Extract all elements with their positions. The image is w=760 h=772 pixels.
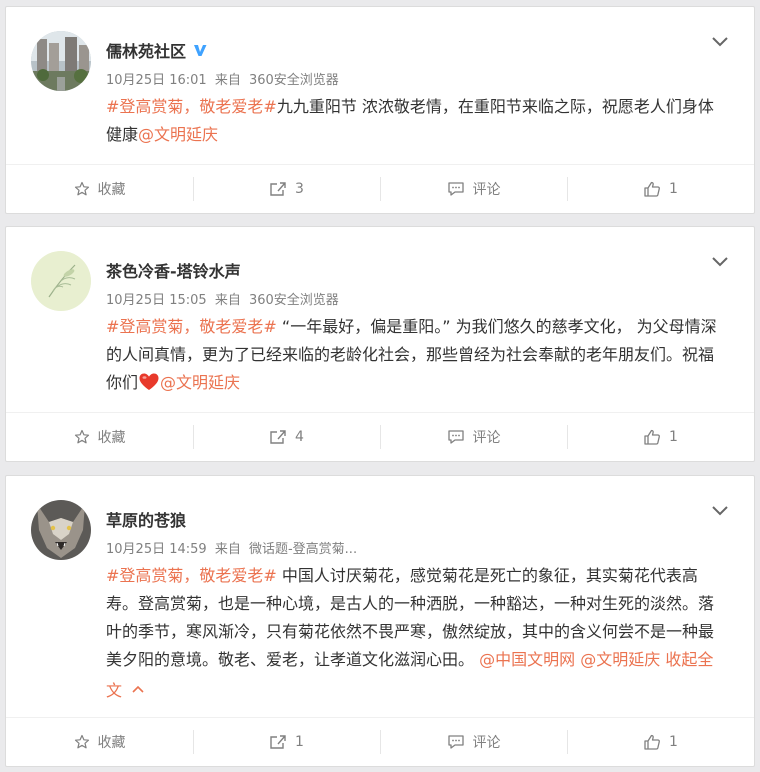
post-source[interactable]: 微话题-登高赏菊... xyxy=(249,542,357,557)
repost-button[interactable]: 3 xyxy=(193,165,380,213)
post-text: #登高赏菊，敬老爱老#九九重阳节 浓浓敬老情，在重阳节来临之际，祝愿老人们身体健… xyxy=(106,93,726,149)
post-time[interactable]: 10月25日 16:01 xyxy=(106,73,207,88)
chevron-down-icon[interactable] xyxy=(712,33,728,47)
collect-button[interactable]: 收藏 xyxy=(6,718,193,766)
like-count: 1 xyxy=(669,734,678,750)
avatar[interactable] xyxy=(31,500,91,560)
share-icon xyxy=(270,430,286,444)
verified-badge-icon xyxy=(192,42,208,58)
post-meta: 10月25日 16:01 来自 360安全浏览器 xyxy=(106,69,343,88)
comment-icon xyxy=(447,430,464,444)
hashtag-link[interactable]: #登高赏菊，敬老爱老# xyxy=(106,97,277,116)
comment-button[interactable]: 评论 xyxy=(380,165,567,213)
heart-icon xyxy=(138,371,160,393)
thumbs-up-icon xyxy=(644,429,660,445)
avatar[interactable] xyxy=(31,251,91,311)
collect-button[interactable]: 收藏 xyxy=(6,165,193,213)
post-source[interactable]: 360安全浏览器 xyxy=(249,293,339,308)
post-meta: 10月25日 14:59 来自 微话题-登高赏菊... xyxy=(106,538,361,557)
comment-button[interactable]: 评论 xyxy=(380,413,567,461)
mention-link[interactable]: @中国文明网 xyxy=(479,650,575,669)
from-label: 来自 xyxy=(214,293,241,308)
username-text[interactable]: 茶色冷香-塔铃水声 xyxy=(106,258,241,282)
collect-label: 收藏 xyxy=(97,735,126,751)
thumbs-up-icon xyxy=(644,734,660,750)
collect-button[interactable]: 收藏 xyxy=(6,413,193,461)
comment-label: 评论 xyxy=(472,182,501,198)
star-icon xyxy=(74,181,89,196)
share-icon xyxy=(270,735,286,749)
from-label: 来自 xyxy=(214,73,241,88)
repost-button[interactable]: 1 xyxy=(193,718,380,766)
star-icon xyxy=(74,734,89,749)
mention-link[interactable]: @文明延庆 xyxy=(160,373,240,392)
weibo-feed: 儒林苑社区 10月25日 16:01 来自 360安全浏览器 #登高赏菊，敬老爱… xyxy=(0,0,760,772)
chevron-down-icon[interactable] xyxy=(712,502,728,516)
post-card: 茶色冷香-塔铃水声 10月25日 15:05 来自 360安全浏览器 #登高赏菊… xyxy=(5,226,755,462)
username[interactable]: 草原的苍狼 xyxy=(106,507,186,531)
share-icon xyxy=(270,182,286,196)
post-source[interactable]: 360安全浏览器 xyxy=(249,73,339,88)
collect-label: 收藏 xyxy=(97,182,126,198)
action-bar: 收藏 1 评论 1 xyxy=(6,717,754,766)
mention-link[interactable]: @文明延庆 xyxy=(138,125,218,144)
chevron-up-icon xyxy=(132,674,144,693)
post-time[interactable]: 10月25日 15:05 xyxy=(106,293,207,308)
comment-button[interactable]: 评论 xyxy=(380,718,567,766)
action-bar: 收藏 3 评论 1 xyxy=(6,164,754,213)
repost-button[interactable]: 4 xyxy=(193,413,380,461)
action-bar: 收藏 4 评论 1 xyxy=(6,412,754,461)
post-card: 儒林苑社区 10月25日 16:01 来自 360安全浏览器 #登高赏菊，敬老爱… xyxy=(5,6,755,214)
like-button[interactable]: 1 xyxy=(567,413,754,461)
username[interactable]: 茶色冷香-塔铃水声 xyxy=(106,258,241,282)
from-label: 来自 xyxy=(214,542,241,557)
post-card: 草原的苍狼 10月25日 14:59 来自 微话题-登高赏菊... #登高赏菊，… xyxy=(5,475,755,767)
avatar[interactable] xyxy=(31,31,91,91)
hashtag-link[interactable]: #登高赏菊，敬老爱老# xyxy=(106,566,277,585)
like-count: 1 xyxy=(669,181,678,197)
like-button[interactable]: 1 xyxy=(567,165,754,213)
thumbs-up-icon xyxy=(644,181,660,197)
post-time[interactable]: 10月25日 14:59 xyxy=(106,542,207,557)
chevron-down-icon[interactable] xyxy=(712,253,728,267)
hashtag-link[interactable]: #登高赏菊，敬老爱老# xyxy=(106,317,277,336)
post-meta: 10月25日 15:05 来自 360安全浏览器 xyxy=(106,289,343,308)
comment-icon xyxy=(447,735,464,749)
comment-label: 评论 xyxy=(472,735,501,751)
repost-count: 1 xyxy=(295,734,304,750)
username-text[interactable]: 草原的苍狼 xyxy=(106,507,186,531)
username[interactable]: 儒林苑社区 xyxy=(106,38,208,62)
collect-label: 收藏 xyxy=(97,430,126,446)
repost-count: 3 xyxy=(295,181,304,197)
post-text: #登高赏菊，敬老爱老# “一年最好，偏是重阳。” 为我们悠久的慈孝文化， 为父母… xyxy=(106,313,726,397)
mention-link[interactable]: @文明延庆 xyxy=(580,650,660,669)
username-text[interactable]: 儒林苑社区 xyxy=(106,38,186,62)
comment-icon xyxy=(447,182,464,196)
star-icon xyxy=(74,429,89,444)
like-count: 1 xyxy=(669,429,678,445)
like-button[interactable]: 1 xyxy=(567,718,754,766)
comment-label: 评论 xyxy=(472,430,501,446)
repost-count: 4 xyxy=(295,429,304,445)
post-text: #登高赏菊，敬老爱老# 中国人讨厌菊花，感觉菊花是死亡的象征，其实菊花代表高寿。… xyxy=(106,562,726,705)
